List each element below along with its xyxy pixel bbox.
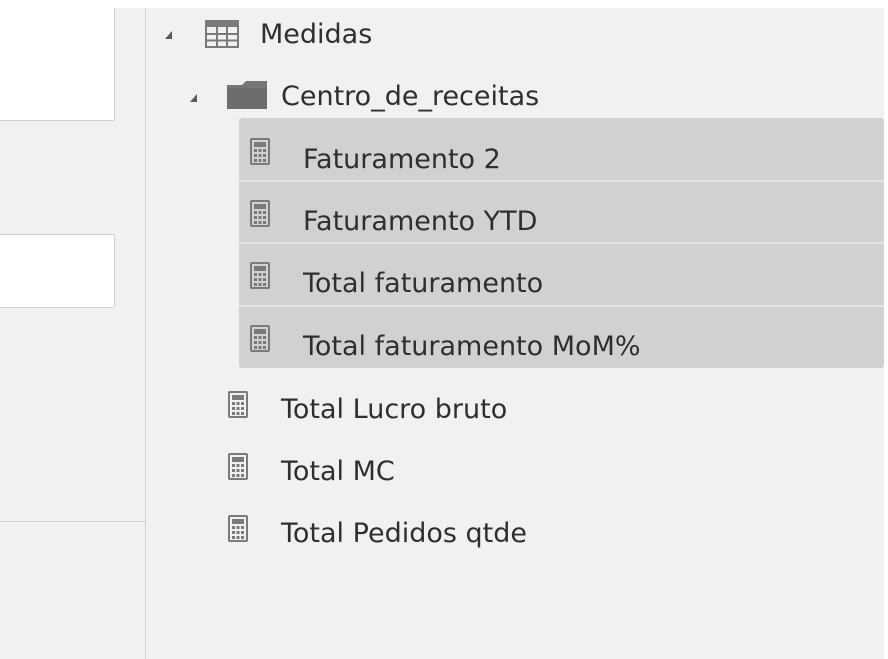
measure-label: Total Lucro bruto xyxy=(281,393,508,425)
tree-folder-centro-de-receitas[interactable]: Centro_de_receitas xyxy=(281,65,539,127)
folder-label: Centro_de_receitas xyxy=(281,80,540,112)
measure-label: Total faturamento xyxy=(303,267,544,299)
tree-measure-faturamento-ytd[interactable]: Faturamento YTD xyxy=(303,190,537,252)
folder-icon xyxy=(227,81,267,109)
measure-label: Faturamento 2 xyxy=(303,143,501,175)
table-icon xyxy=(205,20,239,48)
collapse-caret-icon[interactable] xyxy=(190,94,197,102)
tree-measure-faturamento-2[interactable]: Faturamento 2 xyxy=(303,128,501,190)
measure-label: Faturamento YTD xyxy=(303,205,538,237)
pane-divider xyxy=(145,8,146,659)
calculator-icon xyxy=(250,325,270,352)
measure-label: Total faturamento MoM% xyxy=(303,330,641,362)
measure-label: Total MC xyxy=(281,455,395,487)
tree-measure-total-faturamento[interactable]: Total faturamento xyxy=(303,252,543,314)
left-panel-divider xyxy=(0,521,146,522)
tree-measure-total-lucro-bruto[interactable]: Total Lucro bruto xyxy=(281,378,507,440)
calculator-icon xyxy=(228,391,248,418)
tree-measure-total-pedidos-qtde[interactable]: Total Pedidos qtde xyxy=(281,502,527,564)
tree-measure-total-mc[interactable]: Total MC xyxy=(281,440,395,502)
collapse-caret-icon[interactable] xyxy=(165,31,172,39)
calculator-icon xyxy=(228,515,248,542)
calculator-icon xyxy=(250,262,270,289)
measure-label: Total Pedidos qtde xyxy=(281,517,527,549)
tree-measure-total-faturamento-mom[interactable]: Total faturamento MoM% xyxy=(303,315,641,377)
left-panel-box xyxy=(0,8,115,121)
calculator-icon xyxy=(250,138,270,165)
calculator-icon xyxy=(228,453,248,480)
calculator-icon xyxy=(250,200,270,227)
tree-table-medidas[interactable]: Medidas xyxy=(260,3,372,65)
table-label: Medidas xyxy=(260,18,373,50)
left-panel-input-box[interactable] xyxy=(0,234,115,308)
